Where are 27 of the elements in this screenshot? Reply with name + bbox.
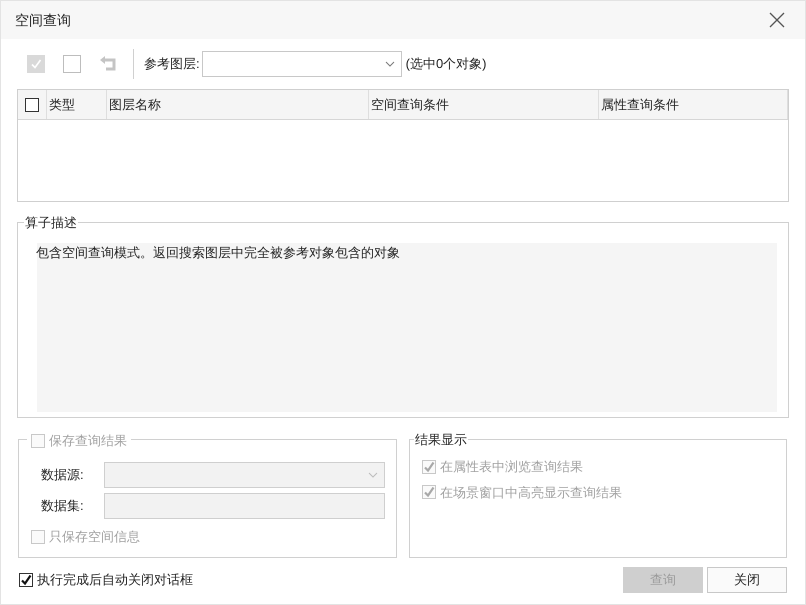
column-header[interactable]: 属性查询条件 bbox=[601, 94, 679, 114]
column-header[interactable]: 图层名称 bbox=[109, 94, 161, 114]
select-all-icon[interactable] bbox=[27, 55, 45, 73]
checkbox-label: 在场景窗口中高亮显示查询结果 bbox=[440, 484, 622, 502]
checkbox-label: 执行完成后自动关闭对话框 bbox=[37, 571, 193, 590]
datasource-dropdown[interactable] bbox=[104, 462, 385, 488]
checkbox[interactable] bbox=[19, 573, 33, 587]
close-icon[interactable] bbox=[769, 12, 785, 28]
field-label: 数据源: bbox=[41, 466, 85, 484]
layer-dropdown[interactable] bbox=[202, 51, 402, 77]
checkbox-label: 只保存空间信息 bbox=[49, 528, 140, 546]
checkbox-label: 保存查询结果 bbox=[49, 432, 127, 450]
window-title: 空间查询 bbox=[15, 10, 71, 30]
dataset-field[interactable] bbox=[104, 493, 385, 519]
selection-count: (选中0个对象) bbox=[406, 55, 487, 74]
chevron-icon bbox=[384, 61, 395, 67]
field-label: 数据集: bbox=[41, 497, 85, 516]
description-text: 包含空间查询模式。返回搜索图层中完全被参考对象包含的对象 bbox=[36, 244, 400, 262]
field-label: 参考图层: bbox=[144, 55, 200, 74]
column-header[interactable]: 空间查询条件 bbox=[371, 94, 449, 114]
column-header[interactable]: 类型 bbox=[49, 94, 75, 114]
chevron-icon bbox=[368, 472, 378, 478]
checkbox-label: 在属性表中浏览查询结果 bbox=[440, 458, 583, 476]
undo-icon[interactable] bbox=[99, 55, 117, 73]
close-button[interactable]: 关闭 bbox=[707, 567, 787, 593]
checkbox-icon[interactable] bbox=[63, 55, 81, 73]
select-all-checkbox[interactable] bbox=[25, 98, 39, 112]
